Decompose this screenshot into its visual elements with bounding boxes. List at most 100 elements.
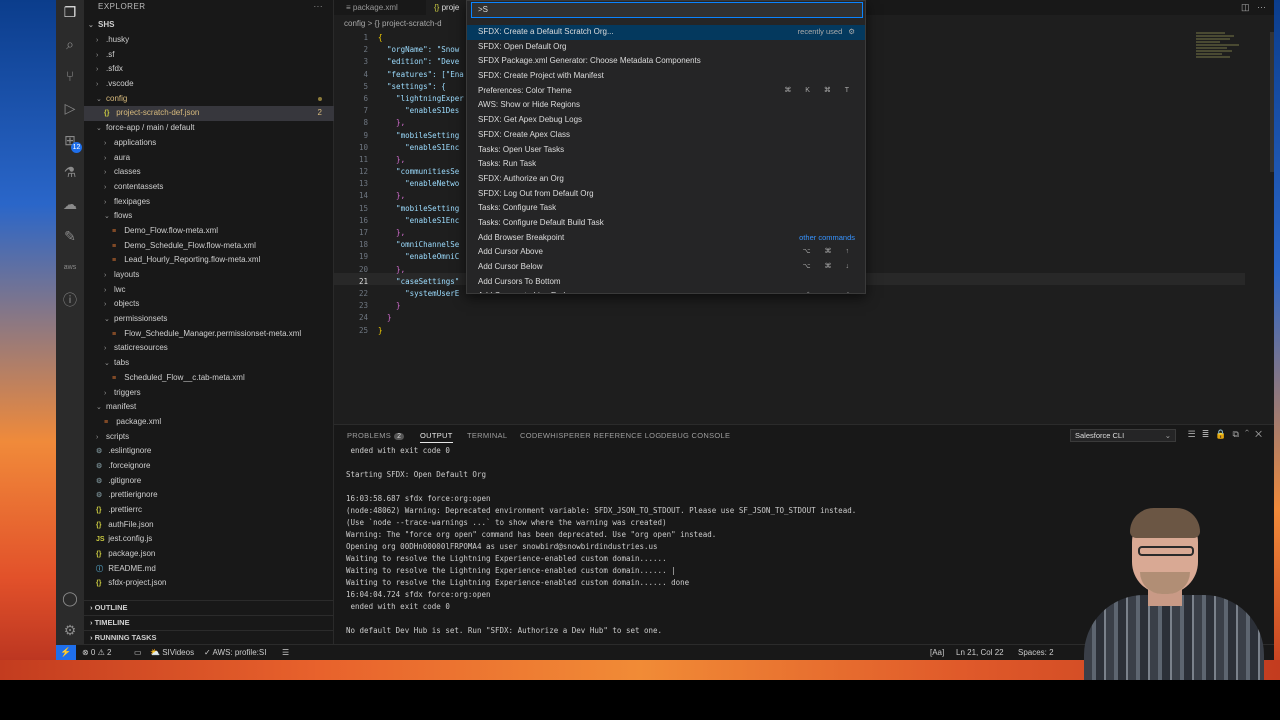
- command-item[interactable]: SFDX: Log Out from Default Org: [467, 187, 865, 202]
- workspace-root[interactable]: ⌄ SHS: [84, 18, 334, 33]
- command-item[interactable]: Tasks: Configure Default Build Task: [467, 216, 865, 231]
- command-item[interactable]: SFDX: Open Default Org: [467, 40, 865, 55]
- command-item[interactable]: Tasks: Run Task: [467, 157, 865, 172]
- cursor-position-status[interactable]: Ln 21, Col 22: [956, 645, 1004, 660]
- tree-folder[interactable]: › .husky: [84, 33, 334, 48]
- tab-problems[interactable]: PROBLEMS 2: [347, 431, 405, 440]
- tree-folder[interactable]: › staticresources: [84, 341, 334, 356]
- tree-folder[interactable]: › scripts: [84, 430, 334, 445]
- close-panel-icon[interactable]: ✕: [1255, 429, 1268, 439]
- testing-icon[interactable]: ⚗: [60, 162, 80, 182]
- remote-indicator-icon[interactable]: ⚡: [56, 645, 76, 660]
- indentation-status[interactable]: Spaces: 2: [1018, 645, 1054, 660]
- tab-codewhisperer-log[interactable]: CODEWHISPERER REFERENCE LOG: [520, 431, 661, 440]
- aws-icon[interactable]: aws: [60, 258, 80, 278]
- editor-more-icon[interactable]: ···: [1257, 2, 1266, 12]
- command-item[interactable]: Add Cursor Above ⌥ ⌘ ↑: [467, 245, 865, 260]
- salesforce-org-icon[interactable]: ✎: [60, 226, 80, 246]
- tree-folder[interactable]: › flexipages: [84, 195, 334, 210]
- open-in-editor-icon[interactable]: ⧉: [1232, 429, 1244, 439]
- output-log[interactable]: ended with exit code 0 Starting SFDX: Ope…: [346, 445, 1046, 637]
- tab-terminal[interactable]: TERMINAL: [467, 431, 507, 440]
- command-item[interactable]: Add Browser Breakpoint other commands: [467, 231, 865, 246]
- command-item[interactable]: Tasks: Open User Tasks: [467, 143, 865, 158]
- tab-output[interactable]: OUTPUT: [420, 431, 453, 443]
- tree-file[interactable]: ⚙ .gitignore: [84, 474, 334, 489]
- tree-file[interactable]: ≡ Scheduled_Flow__c.tab-meta.xml: [84, 371, 334, 386]
- command-item[interactable]: SFDX: Create Project with Manifest: [467, 69, 865, 84]
- tree-file[interactable]: ≡ Flow_Schedule_Manager.permissionset-me…: [84, 327, 334, 342]
- case-sensitive-status[interactable]: [Aa]: [930, 645, 944, 660]
- lock-icon[interactable]: 🔒: [1215, 429, 1232, 439]
- tree-file[interactable]: JS jest.config.js: [84, 532, 334, 547]
- command-item[interactable]: AWS: Show or Hide Regions: [467, 98, 865, 113]
- tree-file[interactable]: {} package.json: [84, 547, 334, 562]
- source-control-icon[interactable]: ⑂: [60, 66, 80, 86]
- output-channel-select[interactable]: Salesforce CLI ⌄: [1070, 429, 1176, 442]
- terminal-status-icon[interactable]: ▭: [134, 645, 142, 660]
- tree-file[interactable]: ⚙ .prettierignore: [84, 488, 334, 503]
- tree-file[interactable]: {} .prettierrc: [84, 503, 334, 518]
- clear-output-icon[interactable]: ≣: [1202, 429, 1216, 439]
- tree-folder[interactable]: ⌄ tabs: [84, 356, 334, 371]
- maximize-panel-icon[interactable]: ⌃: [1245, 429, 1255, 439]
- tree-folder[interactable]: › layouts: [84, 268, 334, 283]
- tree-folder[interactable]: › applications: [84, 136, 334, 151]
- tree-folder[interactable]: › triggers: [84, 386, 334, 401]
- command-item[interactable]: SFDX Package.xml Generator: Choose Metad…: [467, 54, 865, 69]
- aws-profile-status[interactable]: ✓ AWS: profile:SI: [204, 645, 266, 660]
- tree-file[interactable]: {} authFile.json: [84, 518, 334, 533]
- tree-file[interactable]: ⚙ .forceignore: [84, 459, 334, 474]
- tree-folder[interactable]: › .sf: [84, 48, 334, 63]
- timeline-section[interactable]: › TIMELINE: [84, 615, 334, 630]
- tree-folder[interactable]: › aura: [84, 151, 334, 166]
- account-icon[interactable]: ◯: [60, 588, 80, 608]
- tab-project-scratch-def[interactable]: {} proje: [426, 0, 468, 15]
- command-item[interactable]: SFDX: Create a Default Scratch Org... rec…: [467, 25, 865, 40]
- outline-section[interactable]: › OUTLINE: [84, 600, 334, 615]
- editor-scrollbar[interactable]: [1270, 32, 1274, 172]
- command-item[interactable]: SFDX: Create Apex Class: [467, 128, 865, 143]
- tree-file[interactable]: ⓘ README.md: [84, 562, 334, 577]
- search-icon[interactable]: ⌕: [60, 34, 80, 54]
- tree-file[interactable]: ≡ Demo_Flow.flow-meta.xml: [84, 224, 334, 239]
- info-icon[interactable]: ⓘ: [60, 290, 80, 310]
- other-commands-link[interactable]: other commands: [799, 231, 855, 246]
- tree-folder[interactable]: › objects: [84, 297, 334, 312]
- command-item[interactable]: Preferences: Color Theme ⌘ K ⌘ T: [467, 84, 865, 99]
- problems-status[interactable]: ⊗ 0 ⚠ 2: [82, 645, 111, 660]
- running-tasks-section[interactable]: › RUNNING TASKS: [84, 630, 334, 645]
- tree-folder[interactable]: › classes: [84, 165, 334, 180]
- tree-file[interactable]: {} sfdx-project.json: [84, 576, 334, 591]
- tree-folder[interactable]: › contentassets: [84, 180, 334, 195]
- filter-list-icon[interactable]: ☰: [1188, 429, 1202, 439]
- run-debug-icon[interactable]: ▷: [60, 98, 80, 118]
- tree-folder[interactable]: › lwc: [84, 283, 334, 298]
- tree-folder[interactable]: ⌄ config: [84, 92, 334, 107]
- tree-folder[interactable]: ⌄ permissionsets: [84, 312, 334, 327]
- command-item[interactable]: SFDX: Get Apex Debug Logs: [467, 113, 865, 128]
- tree-file[interactable]: {} project-scratch-def.json 2: [84, 106, 334, 122]
- tree-file[interactable]: ≡ package.xml: [84, 415, 334, 430]
- tab-debug-console[interactable]: DEBUG CONSOLE: [661, 431, 730, 440]
- command-item[interactable]: SFDX: Authorize an Org: [467, 172, 865, 187]
- tree-file[interactable]: ≡ Demo_Schedule_Flow.flow-meta.xml: [84, 239, 334, 254]
- configure-keybinding-icon[interactable]: ⚙: [848, 27, 855, 36]
- tree-folder[interactable]: › .sfdx: [84, 62, 334, 77]
- command-item[interactable]: Add Cursors To Bottom: [467, 275, 865, 290]
- tree-file[interactable]: ⚙ .eslintignore: [84, 444, 334, 459]
- tree-folder[interactable]: ⌄ manifest: [84, 400, 334, 415]
- command-item[interactable]: Add Cursors to Line Ends ⇧ ⌥ I: [467, 289, 865, 293]
- tree-folder[interactable]: ⌄ force-app / main / default: [84, 121, 334, 136]
- minimap[interactable]: [1196, 32, 1244, 66]
- explorer-icon[interactable]: ❐: [60, 2, 80, 22]
- salesforce-cloud-icon[interactable]: ☁: [60, 194, 80, 214]
- command-palette-input[interactable]: >S: [471, 2, 863, 18]
- status-menu-icon[interactable]: ☰: [282, 645, 289, 660]
- tree-file[interactable]: ≡ Lead_Hourly_Reporting.flow-meta.xml: [84, 253, 334, 268]
- tree-folder[interactable]: › .vscode: [84, 77, 334, 92]
- command-item[interactable]: Add Cursor Below ⌥ ⌘ ↓: [467, 260, 865, 275]
- more-actions-icon[interactable]: ···: [314, 0, 324, 14]
- tab-package-xml[interactable]: ≡ package.xml: [338, 0, 406, 15]
- sf-folder-status[interactable]: ⛅ SIVideos: [150, 645, 194, 660]
